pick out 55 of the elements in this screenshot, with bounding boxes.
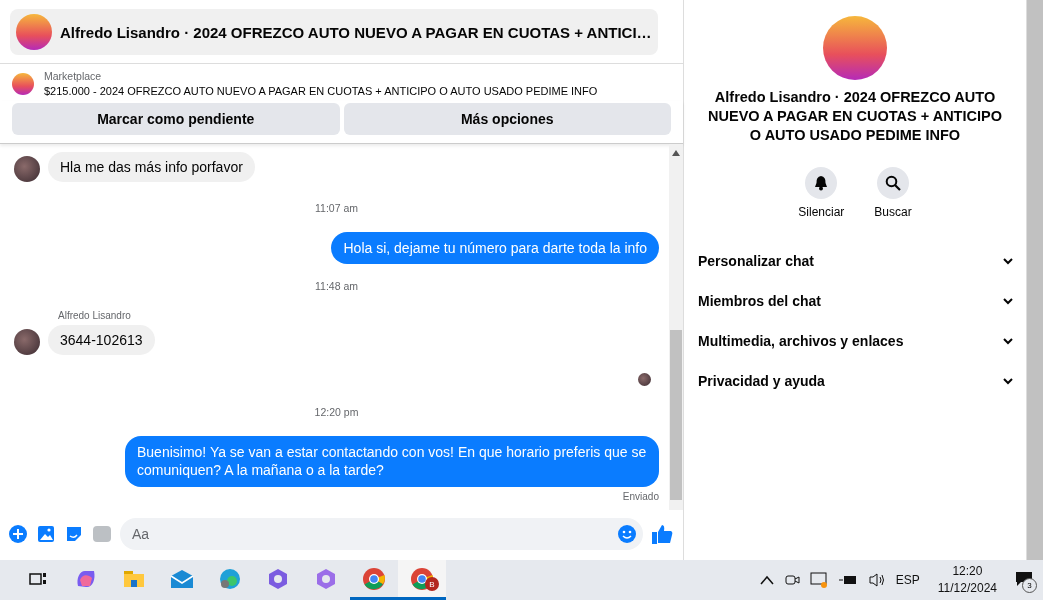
hexagon-logo-icon [315,567,337,590]
message-status: Enviado [622,490,659,502]
thumbs-up-icon[interactable] [651,523,673,545]
action-button[interactable]: Más opciones [343,103,671,135]
listing-description: $215.000 - 2024 OFREZCO AUTO NUEVO A PAGAR EN CUOTAS + ANTICIPO O AUTO USADO PEDIME INFO [44,85,598,97]
hexagon-logo-icon [267,567,289,590]
clock-date[interactable]: 11/12/2024 [937,580,997,598]
folder-icon [123,569,145,588]
action-button[interactable]: Marcar como pendiente [12,103,340,135]
message-field[interactable]: Aa [120,518,643,550]
sticker-icon[interactable] [64,524,84,544]
scroll-up-arrow-icon[interactable] [672,150,680,156]
edge-icon [219,567,241,590]
image-icon[interactable] [36,524,56,544]
listing-thumbnail [16,14,52,50]
outgoing-message: Buenisimo! Ya se van a estar contactando con vos! En que horario preferis que se comuniquen? A la mañana o a la tarde? [125,436,659,487]
timestamp: 11:07 am [315,202,358,214]
conversation-title: Alfredo Lisandro · 2024 OFREZCO AUTO NUEVO A PAGAR EN CUOTAS + ANTICI… [60,23,652,41]
plus-icon[interactable] [8,524,28,544]
incoming-message: Hla me das más info porfavor [48,152,255,182]
chrome-icon [362,566,386,591]
avatar [14,156,40,182]
avatar [14,329,40,356]
mute-button[interactable]: Silenciar [798,166,845,219]
bell-icon [813,174,830,191]
page-scrollbar[interactable] [1026,0,1043,560]
language-indicator[interactable]: ESP [895,573,920,587]
emoji-icon[interactable] [617,524,637,544]
scrollbar-thumb[interactable] [670,330,682,500]
clock-time[interactable]: 12:20 [952,562,983,580]
mail-icon [170,568,194,589]
seen-avatar [638,373,651,387]
volume-icon [867,572,886,588]
battery-icon [837,574,858,586]
settings-section[interactable]: Multimedia, archivos y enlaces [698,320,1014,361]
profile-title: Alfredo Lisandro · 2024 OFREZCO AUTO NUEVO A PAGAR EN CUOTAS + ANTICIPO O AUTO USADO PEDIME INFO [707,88,1003,145]
search-icon [885,174,901,191]
outgoing-message: Hola si, dejame tu número para darte toda la info [331,232,659,265]
camera-icon [783,572,800,588]
incoming-message: 3644-102613 [48,325,155,356]
conversation-header[interactable]: Alfredo Lisandro · 2024 OFREZCO AUTO NUEVO A PAGAR EN CUOTAS + ANTICI… [10,9,658,55]
listing-thumbnail [12,72,34,95]
timestamp: 12:20 pm [314,406,359,419]
settings-section[interactable]: Miembros del chat [698,280,1014,321]
display-alert-icon [809,572,828,588]
listing-source: Marketplace [44,70,103,82]
profile-badge: B [425,577,439,591]
sender-name: Alfredo Lisandro [58,310,132,322]
timestamp: 11:48 am [315,280,358,293]
chevron-up-icon [759,575,774,585]
task-view-icon [29,570,47,587]
taskbar-app[interactable]: B [398,560,446,600]
notification-count: 3 [1022,578,1037,593]
settings-section[interactable]: Personalizar chat [698,240,1014,281]
settings-section[interactable]: Privacidad y ayuda [698,360,1014,401]
